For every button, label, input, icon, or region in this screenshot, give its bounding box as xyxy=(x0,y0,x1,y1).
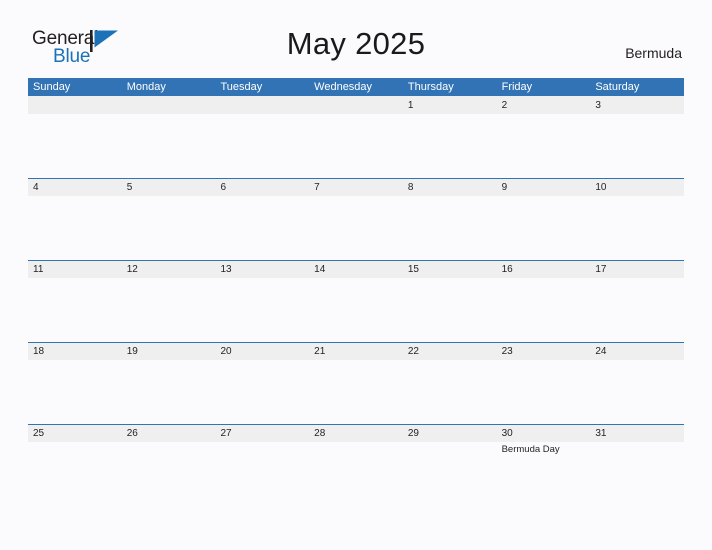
date-number[interactable] xyxy=(215,97,309,114)
date-number[interactable]: 24 xyxy=(590,343,684,360)
date-number[interactable]: 12 xyxy=(122,261,216,278)
day-cell[interactable] xyxy=(309,196,403,260)
date-number[interactable]: 20 xyxy=(215,343,309,360)
week-event-band xyxy=(28,196,684,260)
day-cell[interactable] xyxy=(215,196,309,260)
day-cell[interactable] xyxy=(403,442,497,506)
date-number[interactable]: 6 xyxy=(215,179,309,196)
week-date-band: 4 5 6 7 8 9 10 xyxy=(28,178,684,196)
day-cell[interactable] xyxy=(28,278,122,342)
date-number[interactable]: 4 xyxy=(28,179,122,196)
date-number[interactable]: 23 xyxy=(497,343,591,360)
calendar-week-row: 4 5 6 7 8 9 10 xyxy=(28,178,684,260)
date-number[interactable]: 11 xyxy=(28,261,122,278)
date-number[interactable]: 16 xyxy=(497,261,591,278)
date-number[interactable]: 9 xyxy=(497,179,591,196)
date-number[interactable]: 1 xyxy=(403,97,497,114)
date-number[interactable]: 26 xyxy=(122,425,216,442)
day-cell[interactable] xyxy=(590,114,684,178)
date-number[interactable] xyxy=(28,97,122,114)
week-date-band: 18 19 20 21 22 23 24 xyxy=(28,342,684,360)
date-number[interactable]: 21 xyxy=(309,343,403,360)
day-cell[interactable] xyxy=(215,360,309,424)
day-cell[interactable] xyxy=(497,114,591,178)
day-cell[interactable] xyxy=(590,278,684,342)
day-cell[interactable] xyxy=(122,442,216,506)
week-event-band: Bermuda Day xyxy=(28,442,684,506)
day-cell[interactable] xyxy=(122,278,216,342)
day-cell[interactable] xyxy=(403,278,497,342)
day-cell[interactable] xyxy=(28,114,122,178)
day-cell[interactable] xyxy=(497,360,591,424)
region-label: Bermuda xyxy=(625,45,682,61)
calendar-week-row: 11 12 13 14 15 16 17 xyxy=(28,260,684,342)
day-cell[interactable] xyxy=(28,360,122,424)
day-cell[interactable] xyxy=(215,114,309,178)
page-title: May 2025 xyxy=(286,26,426,61)
day-cell[interactable] xyxy=(28,196,122,260)
date-number[interactable]: 8 xyxy=(403,179,497,196)
day-header-monday: Monday xyxy=(126,81,166,93)
day-cell[interactable] xyxy=(590,442,684,506)
date-number[interactable]: 27 xyxy=(215,425,309,442)
week-event-band xyxy=(28,360,684,424)
date-number[interactable]: 7 xyxy=(309,179,403,196)
date-number[interactable]: 28 xyxy=(309,425,403,442)
date-number[interactable] xyxy=(122,97,216,114)
date-number[interactable]: 10 xyxy=(590,179,684,196)
date-number[interactable]: 17 xyxy=(590,261,684,278)
day-cell[interactable] xyxy=(497,278,591,342)
day-header-thursday: Thursday xyxy=(407,81,454,93)
day-header-wednesday: Wednesday xyxy=(314,81,373,93)
day-header-saturday: Saturday xyxy=(595,81,640,93)
day-cell[interactable] xyxy=(122,196,216,260)
date-number[interactable]: 3 xyxy=(590,97,684,114)
day-cell[interactable] xyxy=(122,360,216,424)
calendar-week-row: 1 2 3 xyxy=(28,96,684,178)
date-number[interactable]: 22 xyxy=(403,343,497,360)
date-number[interactable]: 5 xyxy=(122,179,216,196)
day-cell[interactable] xyxy=(403,360,497,424)
day-cell[interactable] xyxy=(309,360,403,424)
day-cell[interactable] xyxy=(309,278,403,342)
day-cell[interactable] xyxy=(590,196,684,260)
calendar-week-row: 25 26 27 28 29 30 31 Bermuda Day xyxy=(28,424,684,506)
day-header-friday: Friday xyxy=(501,81,533,93)
date-number[interactable]: 15 xyxy=(403,261,497,278)
day-cell[interactable] xyxy=(403,114,497,178)
day-of-week-header-row: Sunday Monday Tuesday Wednesday Thursday… xyxy=(28,78,684,96)
calendar-grid: Sunday Monday Tuesday Wednesday Thursday… xyxy=(28,78,684,506)
date-number[interactable]: 13 xyxy=(215,261,309,278)
calendar-page: General Blue May 2025 Bermuda Sunday Mon… xyxy=(0,0,712,550)
day-cell[interactable] xyxy=(215,278,309,342)
day-cell[interactable] xyxy=(497,196,591,260)
date-number[interactable]: 2 xyxy=(497,97,591,114)
holiday-label: Bermuda Day xyxy=(501,444,560,455)
day-cell[interactable] xyxy=(590,360,684,424)
date-number[interactable]: 18 xyxy=(28,343,122,360)
day-header-sunday: Sunday xyxy=(33,81,71,93)
week-event-band xyxy=(28,278,684,342)
day-cell[interactable] xyxy=(122,114,216,178)
day-cell[interactable] xyxy=(403,196,497,260)
day-cell[interactable]: Bermuda Day xyxy=(497,442,591,506)
day-cell[interactable] xyxy=(309,442,403,506)
week-date-band: 1 2 3 xyxy=(28,96,684,114)
week-date-band: 25 26 27 28 29 30 31 xyxy=(28,424,684,442)
day-cell[interactable] xyxy=(309,114,403,178)
date-number[interactable]: 19 xyxy=(122,343,216,360)
day-cell[interactable] xyxy=(215,442,309,506)
day-header-tuesday: Tuesday xyxy=(220,81,263,93)
date-number[interactable]: 31 xyxy=(590,425,684,442)
date-number[interactable]: 30 xyxy=(497,425,591,442)
week-date-band: 11 12 13 14 15 16 17 xyxy=(28,260,684,278)
calendar-week-row: 18 19 20 21 22 23 24 xyxy=(28,342,684,424)
day-cell[interactable] xyxy=(28,442,122,506)
week-event-band xyxy=(28,114,684,178)
date-number[interactable]: 14 xyxy=(309,261,403,278)
date-number[interactable] xyxy=(309,97,403,114)
page-header: General Blue May 2025 Bermuda xyxy=(0,0,712,66)
date-number[interactable]: 25 xyxy=(28,425,122,442)
date-number[interactable]: 29 xyxy=(403,425,497,442)
